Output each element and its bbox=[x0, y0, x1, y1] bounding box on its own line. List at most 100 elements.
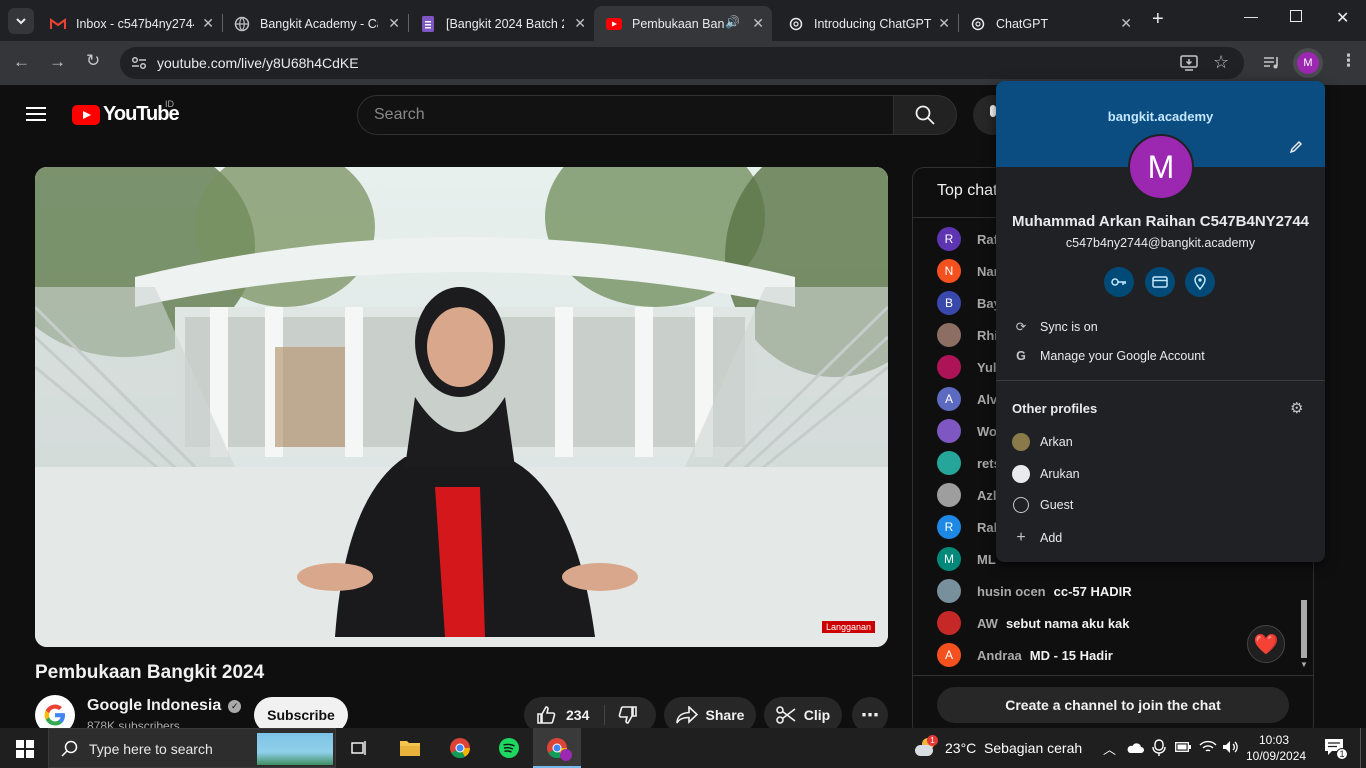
tab-bangkit-academy[interactable]: Bangkit Academy - Ca ✕ bbox=[222, 6, 408, 41]
speaker-icon[interactable]: 🔊 bbox=[725, 15, 740, 29]
taskbar-search-box[interactable]: Type here to search bbox=[48, 728, 336, 768]
close-icon[interactable]: ✕ bbox=[388, 15, 400, 32]
passwords-button[interactable] bbox=[1104, 267, 1134, 297]
spotify-icon[interactable] bbox=[498, 737, 520, 759]
tab-gmail[interactable]: Inbox - c547b4ny2744 ✕ bbox=[38, 6, 222, 41]
chrome-icon[interactable] bbox=[449, 737, 471, 759]
address-bar[interactable]: youtube.com/live/y8U68h4CdKE ☆ bbox=[120, 47, 1244, 79]
chat-author-avatar[interactable] bbox=[937, 451, 961, 475]
youtube-logo[interactable]: YouTube ID bbox=[72, 99, 180, 126]
channel-name[interactable]: Google Indonesia ✓ bbox=[87, 697, 242, 715]
profile-item-arukan[interactable]: Arukan bbox=[1012, 465, 1080, 483]
chat-author-avatar[interactable]: B bbox=[937, 291, 961, 315]
chat-message[interactable]: A Andraa MD - 15 Hadir bbox=[937, 643, 1113, 667]
forward-icon[interactable]: → bbox=[49, 52, 66, 72]
chat-author-name[interactable]: husin ocen bbox=[977, 584, 1046, 599]
chat-message[interactable]: husin ocen cc-57 HADIR bbox=[937, 579, 1132, 603]
chat-author-name[interactable]: AW bbox=[977, 616, 998, 631]
payment-methods-button[interactable] bbox=[1145, 267, 1175, 297]
edit-pencil-icon[interactable] bbox=[1289, 140, 1303, 154]
chat-author-avatar[interactable]: A bbox=[937, 643, 961, 667]
chat-author-name[interactable]: Wo bbox=[977, 424, 997, 439]
profile-item-guest[interactable]: Guest bbox=[1012, 497, 1073, 513]
chat-author-avatar[interactable]: M bbox=[937, 547, 961, 571]
chat-author-name[interactable]: ML bbox=[977, 552, 996, 567]
tab-introducing-chatgpt[interactable]: Introducing ChatGPT ✕ bbox=[776, 6, 958, 41]
tab-bangkit-form[interactable]: [Bangkit 2024 Batch 2 ✕ bbox=[408, 6, 594, 41]
manage-account-item[interactable]: G Manage your Google Account bbox=[1012, 349, 1205, 363]
dislike-button[interactable] bbox=[618, 705, 638, 728]
site-info-icon[interactable] bbox=[131, 56, 147, 70]
scroll-down-arrow-icon[interactable]: ▼ bbox=[1300, 660, 1308, 669]
chat-message[interactable]: R Ral bbox=[937, 515, 1005, 539]
chat-message[interactable]: AW sebut nama aku kak bbox=[937, 611, 1130, 635]
chat-author-avatar[interactable] bbox=[937, 579, 961, 603]
new-tab-button[interactable]: + bbox=[1152, 8, 1164, 31]
chat-message[interactable]: Wo bbox=[937, 419, 1005, 443]
tab-youtube-active[interactable]: Pembukaan Bang 🔊 ✕ bbox=[594, 6, 772, 41]
video-player[interactable]: Langganan bbox=[35, 167, 888, 647]
chat-author-avatar[interactable] bbox=[937, 355, 961, 379]
close-icon[interactable]: ✕ bbox=[202, 15, 214, 32]
clock[interactable]: 10:03 10/09/2024 bbox=[1246, 732, 1306, 764]
close-icon[interactable]: ✕ bbox=[938, 15, 950, 32]
heart-reaction-button[interactable]: ❤️ bbox=[1247, 625, 1285, 663]
onedrive-cloud-icon[interactable] bbox=[1126, 742, 1144, 754]
chat-author-avatar[interactable] bbox=[937, 419, 961, 443]
create-channel-button[interactable]: Create a channel to join the chat bbox=[937, 687, 1289, 723]
subscribe-watermark-badge[interactable]: Langganan bbox=[822, 621, 876, 633]
notification-center-button[interactable]: 1 bbox=[1324, 738, 1348, 761]
restore-button[interactable] bbox=[1290, 10, 1302, 22]
chat-message[interactable]: Azl bbox=[937, 483, 1005, 507]
chat-author-avatar[interactable]: R bbox=[937, 227, 961, 251]
chat-author-name[interactable]: Raf bbox=[977, 232, 998, 247]
close-icon[interactable]: ✕ bbox=[574, 15, 586, 32]
file-explorer-icon[interactable] bbox=[399, 738, 421, 758]
wifi-icon[interactable] bbox=[1199, 740, 1217, 754]
manage-profiles-gear-icon[interactable]: ⚙ bbox=[1290, 399, 1303, 417]
search-button[interactable] bbox=[893, 95, 957, 135]
chat-author-avatar[interactable] bbox=[937, 611, 961, 635]
hamburger-menu-icon[interactable] bbox=[26, 106, 46, 122]
chat-author-name[interactable]: Ral bbox=[977, 520, 997, 535]
bookmark-star-icon[interactable]: ☆ bbox=[1213, 52, 1229, 73]
sync-status-item[interactable]: ⟳ Sync is on bbox=[1012, 319, 1098, 335]
chat-message[interactable]: M ML bbox=[937, 547, 1004, 571]
browser-menu-icon[interactable]: ⋮ bbox=[1340, 51, 1357, 71]
chat-author-name[interactable]: Yul bbox=[977, 360, 997, 375]
chat-author-avatar[interactable]: N bbox=[937, 259, 961, 283]
chat-scrollbar[interactable] bbox=[1301, 600, 1307, 658]
chat-message[interactable]: A Alv bbox=[937, 387, 1005, 411]
task-view-icon[interactable] bbox=[351, 739, 369, 757]
show-hidden-icons-chevron-icon[interactable]: ︿ bbox=[1103, 739, 1116, 758]
chat-author-avatar[interactable]: A bbox=[937, 387, 961, 411]
windows-start-icon[interactable] bbox=[16, 740, 34, 758]
minimize-button[interactable]: — bbox=[1244, 8, 1258, 24]
reload-icon[interactable]: ↻ bbox=[86, 51, 100, 71]
search-input[interactable]: Search bbox=[357, 95, 894, 135]
chat-author-name[interactable]: Andraa bbox=[977, 648, 1022, 663]
chat-author-avatar[interactable]: R bbox=[937, 515, 961, 539]
chat-author-avatar[interactable] bbox=[937, 323, 961, 347]
meet-now-icon[interactable] bbox=[1152, 739, 1166, 757]
chat-author-name[interactable]: Rhi bbox=[977, 328, 998, 343]
media-control-icon[interactable] bbox=[1263, 55, 1281, 71]
addresses-button[interactable] bbox=[1185, 267, 1215, 297]
tab-chatgpt[interactable]: ChatGPT ✕ bbox=[958, 6, 1140, 41]
like-button[interactable]: 234 bbox=[524, 705, 589, 725]
profile-item-arkan[interactable]: Arkan bbox=[1012, 433, 1073, 451]
add-profile-item[interactable]: + Add bbox=[1012, 529, 1062, 547]
profile-avatar-button[interactable]: M bbox=[1293, 48, 1323, 78]
tab-search-button[interactable] bbox=[8, 8, 34, 34]
close-window-button[interactable]: ✕ bbox=[1336, 8, 1349, 28]
chat-author-name[interactable]: Alv bbox=[977, 392, 997, 407]
close-icon[interactable]: ✕ bbox=[1120, 15, 1132, 32]
back-icon[interactable]: ← bbox=[13, 52, 30, 72]
chrome-profile-taskbar-button[interactable] bbox=[533, 728, 581, 768]
chat-author-name[interactable]: Azl bbox=[977, 488, 997, 503]
volume-icon[interactable] bbox=[1222, 740, 1238, 754]
chat-header[interactable]: Top chat bbox=[937, 182, 997, 200]
install-app-icon[interactable] bbox=[1180, 55, 1198, 71]
chat-author-avatar[interactable] bbox=[937, 483, 961, 507]
battery-icon[interactable] bbox=[1175, 742, 1191, 752]
